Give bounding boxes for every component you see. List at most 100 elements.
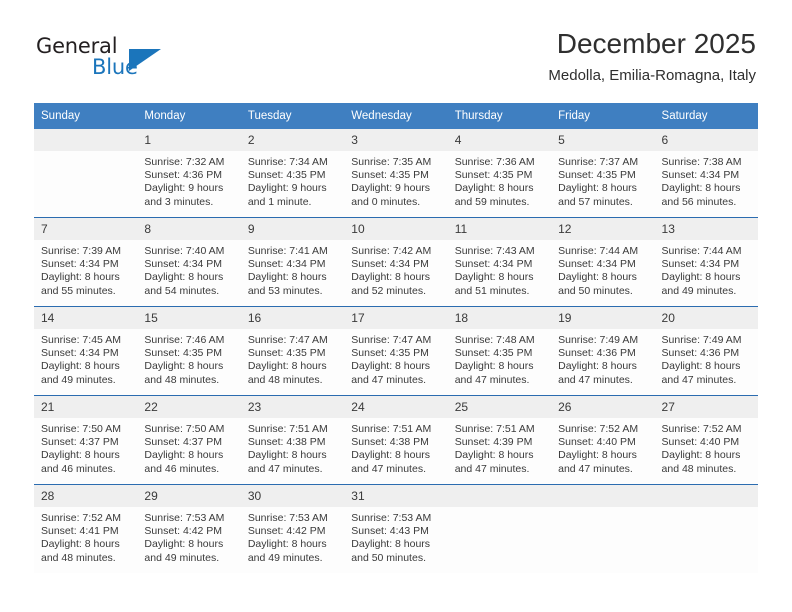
calendar-day-cell[interactable]: 19 Sunrise: 7:49 AM Sunset: 4:36 PM Dayligh…	[551, 306, 655, 396]
calendar-day-cell[interactable]: 27 Sunrise: 7:52 AM Sunset: 4:40 PM Dayligh…	[654, 395, 758, 485]
calendar-day-cell[interactable]: 13 Sunrise: 7:44 AM Sunset: 4:34 PM Dayligh…	[654, 217, 758, 307]
day-number: 13	[654, 218, 758, 240]
calendar-day-cell[interactable]: 8 Sunrise: 7:40 AM Sunset: 4:34 PM Daylight…	[137, 217, 241, 307]
sunrise-text: Sunrise: 7:47 AM	[351, 334, 432, 346]
calendar-day-cell[interactable]: 12 Sunrise: 7:44 AM Sunset: 4:34 PM Dayligh…	[551, 217, 655, 307]
calendar-day-cell[interactable]: 7 Sunrise: 7:39 AM Sunset: 4:34 PM Daylight…	[34, 217, 138, 307]
day-number	[654, 485, 758, 507]
day-details: Sunrise: 7:36 AM Sunset: 4:35 PM Daylight:…	[448, 151, 551, 209]
calendar-day-cell[interactable]: 30 Sunrise: 7:53 AM Sunset: 4:42 PM Dayligh…	[240, 484, 345, 573]
day-details: Sunrise: 7:45 AM Sunset: 4:34 PM Daylight:…	[34, 329, 137, 387]
calendar-day-cell-empty	[654, 484, 758, 573]
sunrise-text: Sunrise: 7:51 AM	[454, 423, 535, 435]
sunrise-text: Sunrise: 7:35 AM	[351, 156, 432, 168]
sunset-text: Sunset: 4:34 PM	[661, 169, 740, 182]
day-details: Sunrise: 7:32 AM Sunset: 4:36 PM Daylight:…	[137, 151, 240, 209]
sunset-text: Sunset: 4:42 PM	[247, 525, 326, 538]
calendar-day-cell[interactable]: 11 Sunrise: 7:43 AM Sunset: 4:34 PM Dayligh…	[447, 217, 552, 307]
day-details: Sunrise: 7:38 AM Sunset: 4:34 PM Daylight:…	[655, 151, 758, 209]
day-cell-inner: 30 Sunrise: 7:53 AM Sunset: 4:42 PM Dayligh…	[240, 485, 345, 573]
day-cell-inner	[447, 485, 552, 573]
day-cell-inner: 15 Sunrise: 7:46 AM Sunset: 4:35 PM Dayligh…	[137, 307, 241, 395]
calendar-day-cell[interactable]: 3 Sunrise: 7:35 AM Sunset: 4:35 PM Daylight…	[344, 129, 448, 218]
daylight-text-line2: and 52 minutes.	[351, 284, 426, 297]
day-number: 21	[34, 396, 138, 418]
calendar-day-cell[interactable]: 1 Sunrise: 7:32 AM Sunset: 4:36 PM Daylight…	[137, 129, 241, 218]
daylight-text-line1: Daylight: 8 hours	[247, 538, 327, 551]
sunrise-text: Sunrise: 7:52 AM	[558, 423, 639, 435]
calendar-day-cell[interactable]: 2 Sunrise: 7:34 AM Sunset: 4:35 PM Daylight…	[240, 129, 345, 218]
day-cell-inner: 8 Sunrise: 7:40 AM Sunset: 4:34 PM Daylight…	[137, 218, 241, 306]
daylight-text-line1: Daylight: 8 hours	[351, 271, 431, 284]
day-cell-inner: 28 Sunrise: 7:52 AM Sunset: 4:41 PM Dayligh…	[34, 485, 138, 573]
daylight-text-line1: Daylight: 8 hours	[144, 360, 224, 373]
daylight-text-line1: Daylight: 8 hours	[247, 449, 327, 462]
daylight-text-line1: Daylight: 8 hours	[661, 360, 741, 373]
sunset-text: Sunset: 4:34 PM	[558, 258, 636, 271]
calendar-day-cell[interactable]: 28 Sunrise: 7:52 AM Sunset: 4:41 PM Dayligh…	[34, 484, 138, 573]
calendar-day-cell[interactable]: 26 Sunrise: 7:52 AM Sunset: 4:40 PM Dayligh…	[551, 395, 655, 485]
sunset-text: Sunset: 4:40 PM	[661, 436, 740, 449]
daylight-text-line2: and 55 minutes.	[41, 284, 116, 297]
sunrise-text: Sunrise: 7:37 AM	[558, 156, 639, 168]
day-details: Sunrise: 7:52 AM Sunset: 4:41 PM Daylight:…	[34, 507, 137, 565]
page-subtitle: Medolla, Emilia-Romagna, Italy	[548, 67, 756, 84]
calendar-day-cell[interactable]: 21 Sunrise: 7:50 AM Sunset: 4:37 PM Dayligh…	[34, 395, 138, 485]
calendar-day-cell[interactable]: 31 Sunrise: 7:53 AM Sunset: 4:43 PM Dayligh…	[344, 484, 448, 573]
weekday-header-friday: Friday	[551, 103, 655, 129]
daylight-text-line2: and 48 minutes.	[41, 551, 116, 564]
day-details: Sunrise: 7:51 AM Sunset: 4:38 PM Daylight:…	[241, 418, 344, 476]
daylight-text-line1: Daylight: 8 hours	[558, 182, 637, 195]
calendar-day-cell[interactable]: 9 Sunrise: 7:41 AM Sunset: 4:34 PM Daylight…	[240, 217, 345, 307]
day-cell-inner: 5 Sunrise: 7:37 AM Sunset: 4:35 PM Daylight…	[551, 129, 655, 217]
calendar-day-cell[interactable]: 10 Sunrise: 7:42 AM Sunset: 4:34 PM Dayligh…	[344, 217, 448, 307]
calendar-day-cell[interactable]: 23 Sunrise: 7:51 AM Sunset: 4:38 PM Dayligh…	[240, 395, 345, 485]
calendar-day-cell[interactable]: 25 Sunrise: 7:51 AM Sunset: 4:39 PM Dayligh…	[447, 395, 552, 485]
daylight-text-line1: Daylight: 8 hours	[558, 449, 637, 462]
daylight-text-line2: and 50 minutes.	[558, 284, 633, 297]
day-number: 17	[344, 307, 448, 329]
calendar-day-cell[interactable]: 15 Sunrise: 7:46 AM Sunset: 4:35 PM Dayligh…	[137, 306, 241, 396]
general-blue-logo[interactable]: General Blue	[36, 34, 216, 86]
calendar-day-cell[interactable]: 6 Sunrise: 7:38 AM Sunset: 4:34 PM Daylight…	[654, 129, 758, 218]
daylight-text-line2: and 47 minutes.	[558, 462, 633, 475]
weekday-header-monday: Monday	[137, 103, 241, 129]
daylight-text-line1: Daylight: 8 hours	[558, 360, 637, 373]
calendar-day-cell[interactable]: 5 Sunrise: 7:37 AM Sunset: 4:35 PM Daylight…	[551, 129, 655, 218]
sunset-text: Sunset: 4:34 PM	[247, 258, 326, 271]
sunset-text: Sunset: 4:42 PM	[144, 525, 223, 538]
daylight-text-line1: Daylight: 8 hours	[454, 271, 534, 284]
daylight-text-line2: and 59 minutes.	[454, 195, 530, 208]
page-title: December 2025	[556, 28, 756, 59]
calendar-day-cell[interactable]: 16 Sunrise: 7:47 AM Sunset: 4:35 PM Dayligh…	[240, 306, 345, 396]
calendar-day-cell[interactable]: 4 Sunrise: 7:36 AM Sunset: 4:35 PM Daylight…	[447, 129, 552, 218]
calendar-day-cell[interactable]: 24 Sunrise: 7:51 AM Sunset: 4:38 PM Dayligh…	[344, 395, 448, 485]
day-details: Sunrise: 7:53 AM Sunset: 4:42 PM Daylight:…	[241, 507, 344, 565]
sunset-text: Sunset: 4:35 PM	[351, 347, 429, 360]
sunrise-text: Sunrise: 7:48 AM	[454, 334, 535, 346]
day-number: 18	[447, 307, 552, 329]
day-number: 15	[137, 307, 241, 329]
sunset-text: Sunset: 4:34 PM	[41, 347, 119, 360]
day-cell-inner: 4 Sunrise: 7:36 AM Sunset: 4:35 PM Daylight…	[447, 129, 552, 217]
calendar-day-cell-empty	[551, 484, 655, 573]
calendar-day-cell[interactable]: 18 Sunrise: 7:48 AM Sunset: 4:35 PM Dayligh…	[447, 306, 552, 396]
weekday-header-wednesday: Wednesday	[344, 103, 448, 129]
calendar-week-row: 1 Sunrise: 7:32 AM Sunset: 4:36 PM Daylight…	[34, 129, 758, 218]
day-number	[551, 485, 655, 507]
sunrise-text: Sunrise: 7:52 AM	[661, 423, 742, 435]
calendar-day-cell[interactable]: 22 Sunrise: 7:50 AM Sunset: 4:37 PM Dayligh…	[137, 395, 241, 485]
daylight-text-line1: Daylight: 9 hours	[247, 182, 327, 195]
calendar-day-cell[interactable]: 29 Sunrise: 7:53 AM Sunset: 4:42 PM Dayligh…	[137, 484, 241, 573]
daylight-text-line1: Daylight: 8 hours	[144, 538, 224, 551]
daylight-text-line2: and 47 minutes.	[454, 462, 530, 475]
calendar-day-cell[interactable]: 14 Sunrise: 7:45 AM Sunset: 4:34 PM Dayligh…	[34, 306, 138, 396]
daylight-text-line1: Daylight: 8 hours	[144, 449, 224, 462]
day-number: 12	[551, 218, 655, 240]
daylight-text-line2: and 54 minutes.	[144, 284, 220, 297]
day-details: Sunrise: 7:50 AM Sunset: 4:37 PM Daylight:…	[34, 418, 137, 476]
calendar-day-cell[interactable]: 17 Sunrise: 7:47 AM Sunset: 4:35 PM Dayligh…	[344, 306, 448, 396]
calendar-page: General Blue December 2025 Medolla, Emil…	[0, 0, 792, 612]
page-header: General Blue December 2025 Medolla, Emil…	[0, 0, 792, 103]
calendar-day-cell[interactable]: 20 Sunrise: 7:49 AM Sunset: 4:36 PM Dayligh…	[654, 306, 758, 396]
